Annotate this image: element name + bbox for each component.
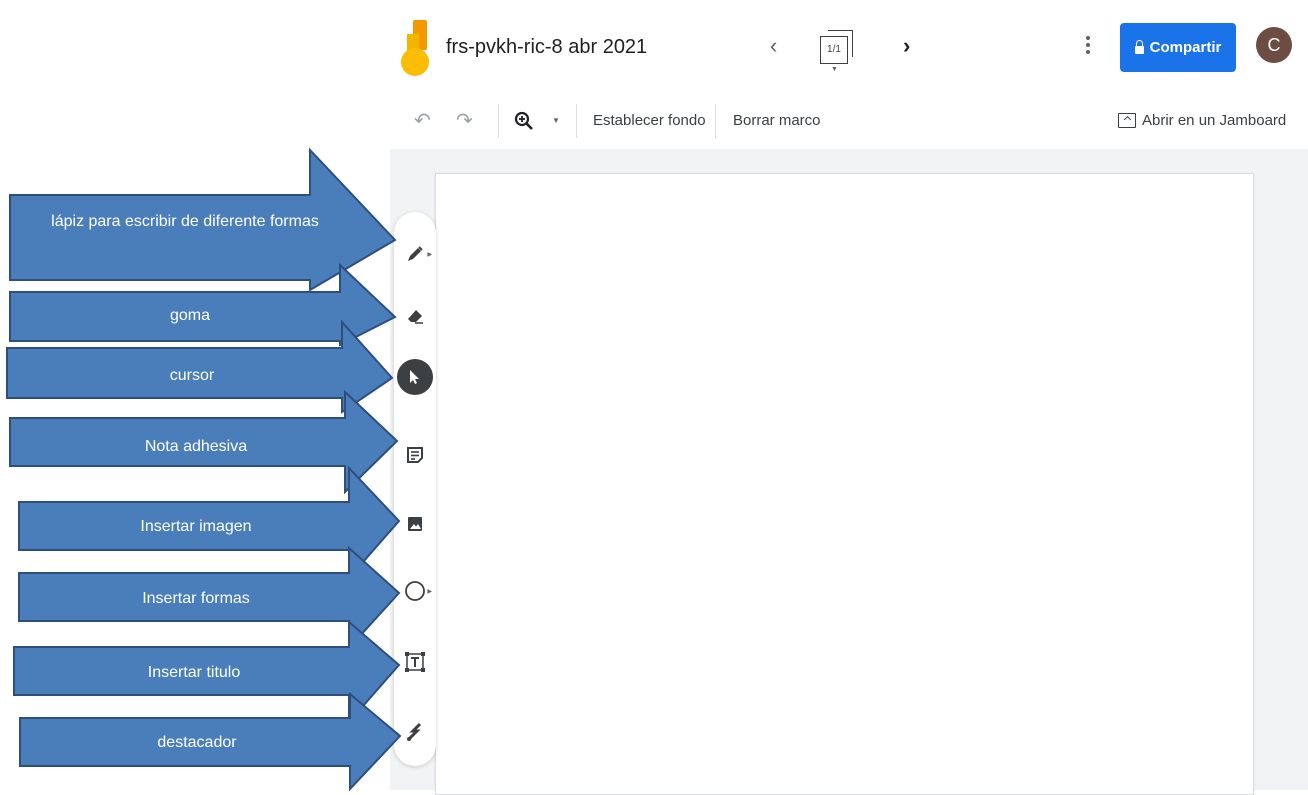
- annotation-label: lápiz para escribir de diferente formas: [51, 213, 319, 230]
- tool-palette: ▶ ▶: [394, 212, 436, 766]
- document-title[interactable]: frs-pvkh-ric-8 abr 2021: [446, 36, 647, 59]
- laser-tool[interactable]: [394, 712, 436, 752]
- caret-down-icon: ▼: [831, 66, 838, 73]
- annotation-label: Nota adhesiva: [144, 438, 248, 455]
- whiteboard-frame[interactable]: [435, 173, 1254, 795]
- redo-icon[interactable]: ↷: [456, 92, 473, 149]
- present-to-all-icon: [1118, 113, 1136, 128]
- sticky-note-tool[interactable]: [394, 435, 436, 475]
- zoom-in-icon[interactable]: [514, 92, 534, 149]
- shape-tool[interactable]: ▶: [394, 571, 436, 611]
- annotation-arrow-laser: destacador: [19, 691, 402, 792]
- text-box-icon: [405, 652, 425, 672]
- cursor-icon: [397, 359, 433, 395]
- chevron-left-icon[interactable]: ‹: [770, 33, 777, 59]
- annotation-label: Insertar formas: [142, 590, 250, 607]
- pen-icon: [408, 246, 423, 261]
- lock-icon: [1134, 39, 1144, 54]
- jamboard-logo: [401, 20, 431, 76]
- circle-shape-icon: [405, 581, 425, 601]
- eraser-icon: [408, 310, 423, 324]
- frame-counter-label: 1/1: [820, 36, 848, 64]
- share-button-label: Compartir: [1149, 39, 1222, 56]
- annotation-label: destacador: [157, 734, 237, 751]
- annotation-label: Insertar titulo: [147, 664, 241, 681]
- open-in-jamboard-button[interactable]: Abrir en un Jamboard: [1118, 92, 1286, 149]
- clear-frame-button[interactable]: Borrar marco: [733, 92, 821, 149]
- eraser-tool[interactable]: [394, 296, 436, 336]
- image-icon: [408, 517, 422, 531]
- frame-counter-button[interactable]: 1/1 ▼: [820, 30, 853, 73]
- pen-options-icon[interactable]: ▶: [427, 251, 432, 258]
- sticky-note-icon: [407, 447, 423, 463]
- more-vert-icon[interactable]: [1086, 36, 1092, 57]
- image-tool[interactable]: [394, 504, 436, 544]
- avatar[interactable]: C: [1256, 27, 1292, 63]
- canvas-area: [390, 149, 1308, 795]
- chevron-right-icon[interactable]: ›: [903, 33, 910, 59]
- annotation-label: cursor: [169, 367, 215, 384]
- app-header: frs-pvkh-ric-8 abr 2021 ‹ 1/1 ▼ › Compar…: [390, 0, 1308, 93]
- share-button[interactable]: Compartir: [1120, 23, 1236, 72]
- open-in-jamboard-label: Abrir en un Jamboard: [1142, 112, 1287, 129]
- select-tool[interactable]: [394, 357, 436, 397]
- zoom-dropdown-icon[interactable]: ▼: [552, 92, 560, 149]
- undo-icon[interactable]: ↶: [414, 92, 431, 149]
- toolbar-divider: [576, 104, 577, 138]
- pen-tool[interactable]: ▶: [394, 234, 436, 274]
- edit-toolbar: ↶ ↷ ▼ Establecer fondo Borrar marco Abri…: [390, 92, 1308, 149]
- shape-options-icon[interactable]: ▶: [427, 588, 432, 595]
- laser-icon: [407, 722, 422, 741]
- annotation-label: Insertar imagen: [140, 518, 252, 535]
- toolbar-divider: [715, 104, 716, 138]
- set-background-button[interactable]: Establecer fondo: [593, 92, 706, 149]
- text-box-tool[interactable]: [394, 642, 436, 682]
- toolbar-divider: [498, 104, 499, 138]
